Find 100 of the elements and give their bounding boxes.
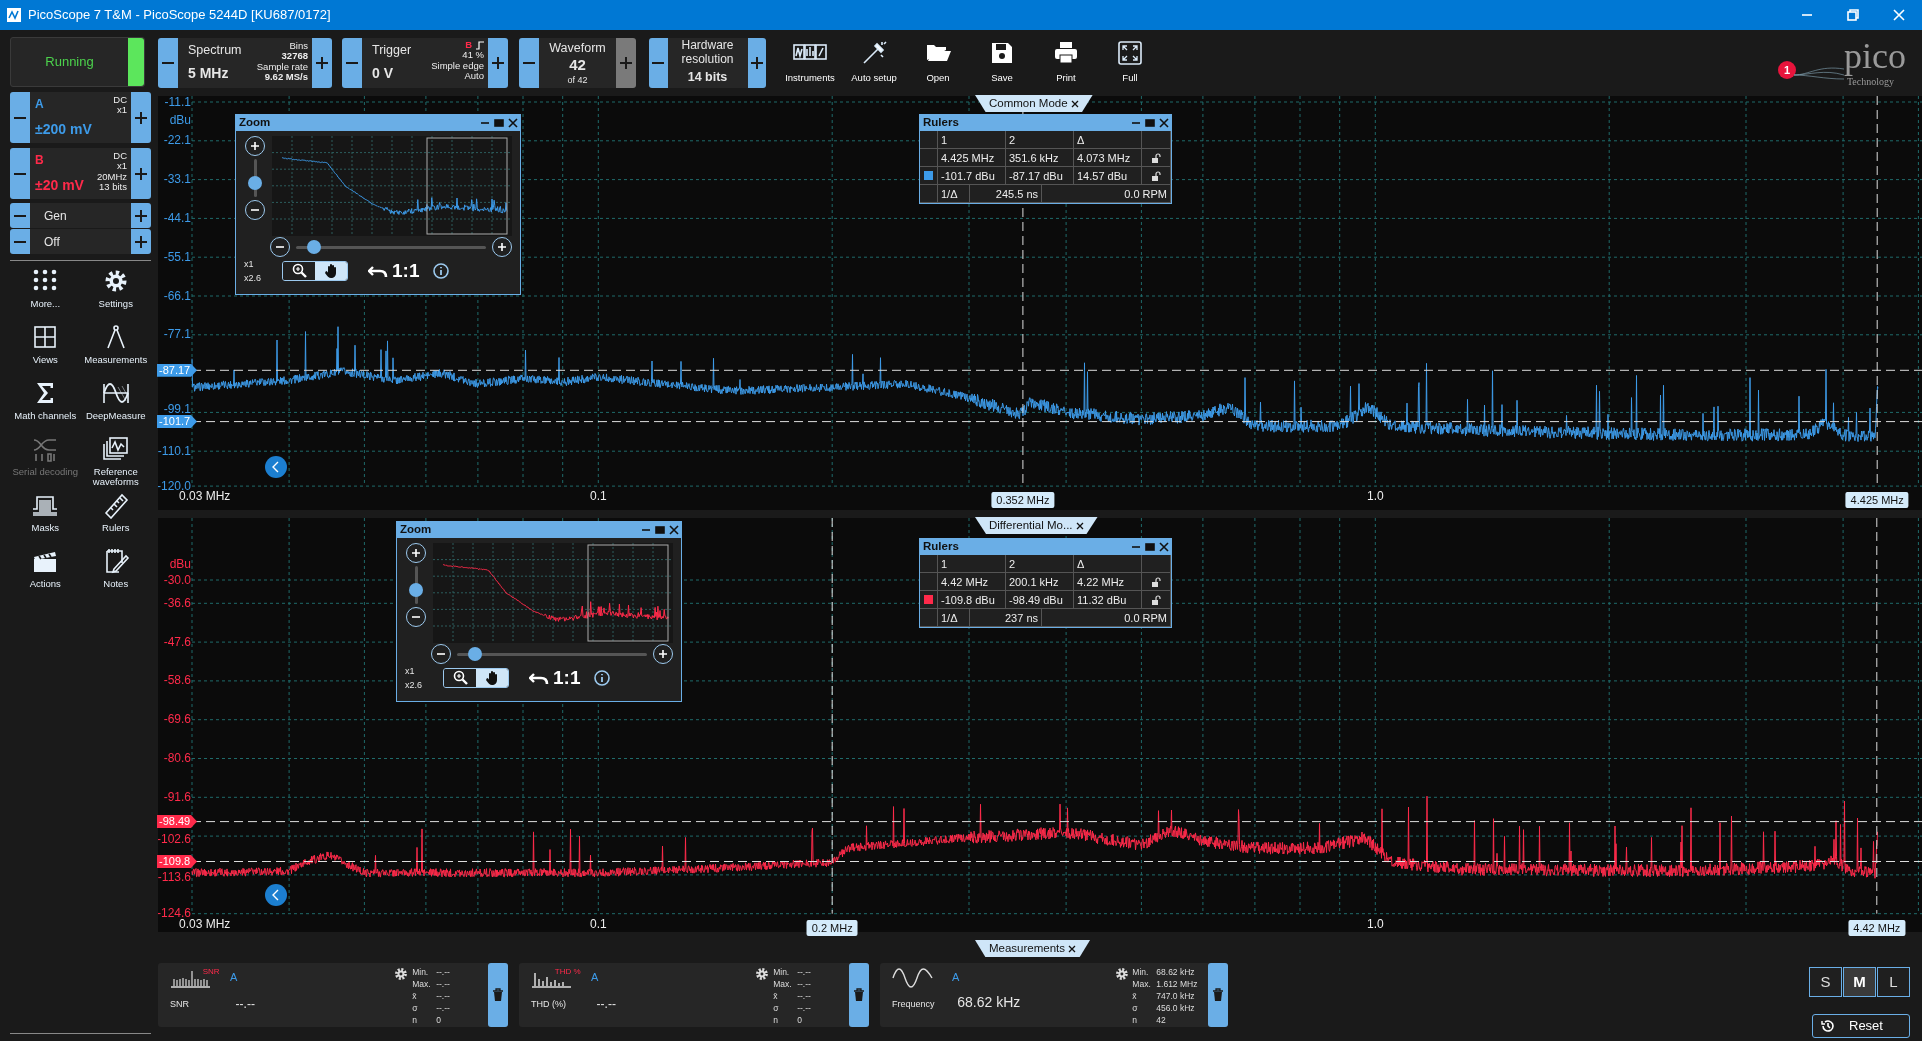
pan-slider[interactable]	[296, 240, 486, 254]
toolbar-button[interactable]: Auto setup	[842, 40, 906, 86]
maximize-icon[interactable]	[494, 118, 504, 128]
info-icon[interactable]	[433, 263, 450, 280]
plus-button[interactable]	[488, 38, 508, 88]
zoom-in-button[interactable]	[653, 644, 673, 664]
channel-name[interactable]: A	[35, 95, 44, 116]
tool-button[interactable]: Math channels	[10, 379, 81, 435]
ruler-value-tag[interactable]: 4.425 MHz	[1845, 492, 1909, 509]
tool-button[interactable]: Rulers	[80, 491, 151, 547]
toolbar-button[interactable]: Save	[970, 40, 1034, 86]
minus-button[interactable]	[158, 38, 178, 88]
zoom-in-button[interactable]	[245, 136, 265, 156]
notification-badge[interactable]: 1	[1778, 61, 1796, 79]
toolbar-button[interactable]: Full	[1098, 40, 1162, 86]
close-icon[interactable]	[1159, 542, 1169, 552]
ruler-value-tag[interactable]: 0.2 MHz	[806, 919, 858, 936]
tool-button[interactable]: DeepMeasure	[80, 379, 151, 435]
plus-button[interactable]	[131, 203, 151, 228]
zoom-slider[interactable]	[248, 159, 262, 197]
setting-title[interactable]: Spectrum	[188, 41, 242, 60]
maximize-icon[interactable]	[655, 525, 665, 535]
unlock-icon[interactable]	[1151, 576, 1161, 587]
setting-value[interactable]: 14 bits	[687, 67, 728, 87]
scroll-left-button[interactable]	[265, 883, 287, 906]
setting-title[interactable]: Trigger	[372, 41, 412, 60]
close-icon[interactable]	[1075, 521, 1084, 530]
plus-button[interactable]	[131, 229, 151, 254]
ruler-line[interactable]	[831, 518, 833, 915]
tool-button[interactable]: Measurements	[80, 323, 151, 379]
view-tab[interactable]: Measurements	[975, 940, 1091, 957]
minus-button[interactable]	[519, 38, 539, 88]
zoom-slider[interactable]	[409, 566, 423, 604]
pan-slider[interactable]	[457, 647, 647, 661]
setting-value[interactable]: 5 MHz	[188, 63, 229, 84]
pan-tool-button[interactable]	[476, 669, 508, 688]
zoom-out-button[interactable]	[431, 644, 451, 664]
close-icon[interactable]	[1070, 99, 1079, 108]
generator-setting[interactable]: Gen	[44, 206, 67, 225]
size-button[interactable]: L	[1877, 967, 1910, 997]
settings-icon[interactable]	[1114, 967, 1129, 981]
settings-icon[interactable]	[394, 967, 409, 981]
unlock-icon[interactable]	[1151, 152, 1161, 163]
view-tab[interactable]: Common Mode	[975, 95, 1093, 112]
delete-button[interactable]	[488, 963, 508, 1027]
settings-icon[interactable]	[755, 967, 770, 981]
minus-button[interactable]	[649, 38, 668, 88]
zoom-in-button[interactable]	[406, 543, 426, 563]
zoom-out-button[interactable]	[406, 607, 426, 627]
reset-zoom-button[interactable]: 1:1	[529, 664, 581, 693]
size-button[interactable]: M	[1843, 967, 1876, 997]
setting-value[interactable]: 0 V	[372, 63, 393, 84]
maximize-icon[interactable]	[1145, 118, 1155, 128]
setting-title[interactable]: Waveform	[549, 38, 606, 58]
zoom-out-button[interactable]	[245, 200, 265, 220]
ruler-value-tag[interactable]: 4.42 MHz	[1848, 919, 1906, 936]
zoom-in-button[interactable]	[492, 237, 512, 257]
ruler-value-tag[interactable]: 0.352 MHz	[991, 492, 1055, 509]
toolbar-button[interactable]: Open	[906, 40, 970, 86]
unlock-icon[interactable]	[1151, 594, 1161, 605]
ruler-value-tag[interactable]: -109.8	[157, 855, 197, 868]
slider-thumb[interactable]	[409, 582, 423, 597]
ruler-line[interactable]	[1876, 518, 1878, 915]
plus-button[interactable]	[131, 148, 151, 199]
delete-button[interactable]	[849, 963, 869, 1027]
tool-button[interactable]: Views	[10, 323, 81, 379]
generator-setting[interactable]: Off	[44, 232, 60, 251]
slider-thumb[interactable]	[467, 647, 482, 661]
toolbar-button[interactable]: Instruments	[778, 40, 842, 86]
close-icon[interactable]	[1068, 944, 1077, 953]
info-icon[interactable]	[594, 670, 611, 687]
tool-button[interactable]: More...	[10, 267, 81, 323]
tool-button[interactable]: Reference waveforms	[80, 435, 151, 491]
slider-thumb[interactable]	[306, 240, 321, 254]
zoom-out-button[interactable]	[270, 237, 290, 257]
plus-button[interactable]	[131, 92, 151, 143]
unlock-icon[interactable]	[1151, 170, 1161, 181]
run-button[interactable]: Running	[10, 37, 145, 87]
tool-button[interactable]: Settings	[80, 267, 151, 323]
toolbar-button[interactable]: Print	[1034, 40, 1098, 86]
channel-range[interactable]: ±200 mV	[35, 119, 92, 140]
scroll-left-button[interactable]	[265, 456, 287, 479]
reset-zoom-button[interactable]: 1:1	[368, 257, 420, 286]
close-icon[interactable]	[1159, 118, 1169, 128]
ruler-value-tag[interactable]: -98.49	[157, 815, 197, 829]
slider-thumb[interactable]	[248, 175, 262, 190]
channel-range[interactable]: ±20 mV	[35, 175, 84, 196]
minus-button[interactable]	[342, 38, 362, 88]
delete-button[interactable]	[1208, 963, 1228, 1027]
tool-button[interactable]: Masks	[10, 491, 81, 547]
plus-button[interactable]	[312, 38, 332, 88]
close-icon[interactable]	[669, 525, 679, 535]
tool-button[interactable]: Notes	[80, 547, 151, 603]
view-tab[interactable]: Differential Mo...	[975, 517, 1098, 534]
reset-button[interactable]: Reset	[1812, 1014, 1910, 1038]
tool-toggle-group[interactable]	[443, 668, 509, 689]
minus-button[interactable]	[10, 229, 30, 254]
size-button[interactable]: S	[1809, 967, 1842, 997]
tool-toggle-group[interactable]	[282, 261, 348, 282]
minus-button[interactable]	[10, 203, 30, 228]
